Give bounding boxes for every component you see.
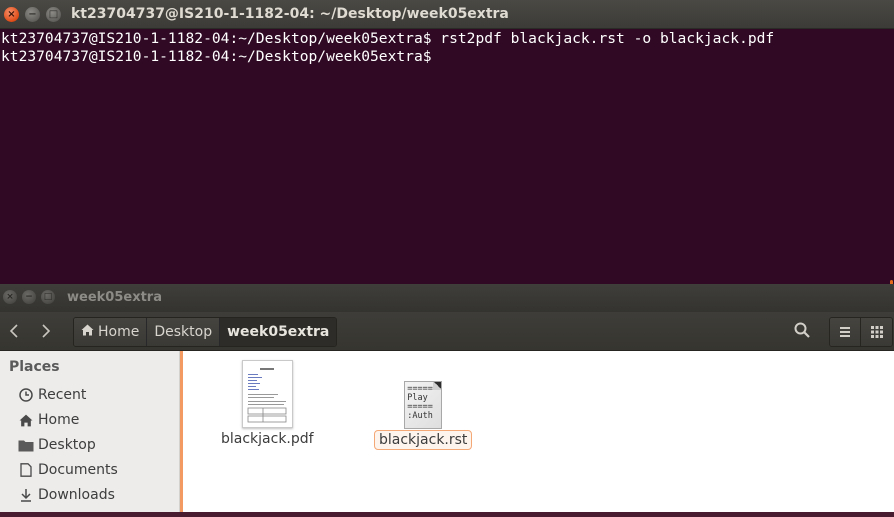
download-icon xyxy=(18,488,34,502)
maximize-button[interactable]: □ xyxy=(46,7,61,22)
forward-button[interactable] xyxy=(32,318,60,346)
terminal-window: × − □ kt23704737@IS210-1-1182-04: ~/Desk… xyxy=(0,0,894,312)
sidebar-item-desktop[interactable]: Desktop xyxy=(18,435,96,455)
sidebar-item-label: Downloads xyxy=(38,487,115,503)
file-name: blackjack.pdf xyxy=(221,431,314,447)
terminal-prompt-line: kt23704737@IS210-1-1182-04:~/Desktop/wee… xyxy=(1,48,432,65)
document-icon xyxy=(18,463,34,477)
fm-maximize-button[interactable]: □ xyxy=(41,290,55,304)
terminal-title: kt23704737@IS210-1-1182-04: ~/Desktop/we… xyxy=(71,6,509,22)
breadcrumb-week05extra-label: week05extra xyxy=(227,324,330,340)
breadcrumb: Home Desktop week05extra xyxy=(73,317,338,347)
home-icon xyxy=(81,324,94,340)
grid-icon xyxy=(870,323,883,342)
breadcrumb-desktop-label: Desktop xyxy=(154,324,213,340)
file-manager-toolbar: Home Desktop week05extra xyxy=(0,312,894,351)
folder-icon xyxy=(18,439,34,452)
sidebar-item-label: Documents xyxy=(38,462,118,478)
pdf-thumbnail-icon xyxy=(241,360,293,428)
sidebar-item-label: Recent xyxy=(38,387,87,403)
file-manager-title: week05extra xyxy=(67,290,162,305)
back-button[interactable] xyxy=(0,318,28,346)
terminal-line: kt23704737@IS210-1-1182-04:~/Desktop/wee… xyxy=(1,30,775,47)
file-view[interactable]: blackjack.pdf ===== Play ===== :Auth bla… xyxy=(183,351,894,517)
file-item-rst[interactable]: ===== Play ===== :Auth blackjack.rst xyxy=(374,381,473,450)
menu-button[interactable] xyxy=(830,318,862,346)
grid-view-button[interactable] xyxy=(861,318,892,346)
breadcrumb-home[interactable]: Home xyxy=(74,318,148,346)
sidebar-item-label: Desktop xyxy=(38,437,96,453)
file-manager-window: × − □ week05extra Home Desktop week05ext… xyxy=(0,284,894,517)
fm-minimize-button[interactable]: − xyxy=(22,290,36,304)
sidebar-item-label: Home xyxy=(38,412,80,428)
home-icon xyxy=(18,414,34,427)
close-button[interactable]: × xyxy=(4,7,19,22)
fm-close-button[interactable]: × xyxy=(3,290,17,304)
file-manager-titlebar: × − □ week05extra xyxy=(0,284,894,312)
breadcrumb-desktop[interactable]: Desktop xyxy=(147,318,221,346)
file-name: blackjack.rst xyxy=(374,430,473,450)
file-item-pdf[interactable]: blackjack.pdf xyxy=(217,360,318,448)
breadcrumb-week05extra[interactable]: week05extra xyxy=(220,318,337,346)
chevron-left-icon xyxy=(9,322,19,343)
search-icon xyxy=(794,322,810,342)
places-heading: Places xyxy=(9,359,60,375)
view-controls xyxy=(829,317,893,347)
places-sidebar: Places Recent Home Desktop Documents Dow… xyxy=(0,351,180,517)
sidebar-item-recent[interactable]: Recent xyxy=(18,385,86,405)
clock-icon xyxy=(18,388,34,402)
terminal-output[interactable]: kt23704737@IS210-1-1182-04:~/Desktop/wee… xyxy=(0,30,888,284)
sidebar-item-documents[interactable]: Documents xyxy=(18,460,118,480)
sidebar-item-downloads[interactable]: Downloads xyxy=(18,485,115,505)
minimize-button[interactable]: − xyxy=(25,7,40,22)
terminal-scrollbar[interactable] xyxy=(888,30,894,312)
sidebar-item-home[interactable]: Home xyxy=(18,410,79,430)
terminal-titlebar: × − □ kt23704737@IS210-1-1182-04: ~/Desk… xyxy=(0,0,894,29)
text-file-icon: ===== Play ===== :Auth xyxy=(404,381,443,429)
search-button[interactable] xyxy=(787,317,817,347)
breadcrumb-home-label: Home xyxy=(98,324,140,340)
list-icon xyxy=(839,323,851,342)
desktop-edge xyxy=(0,512,894,517)
chevron-right-icon xyxy=(41,322,51,343)
